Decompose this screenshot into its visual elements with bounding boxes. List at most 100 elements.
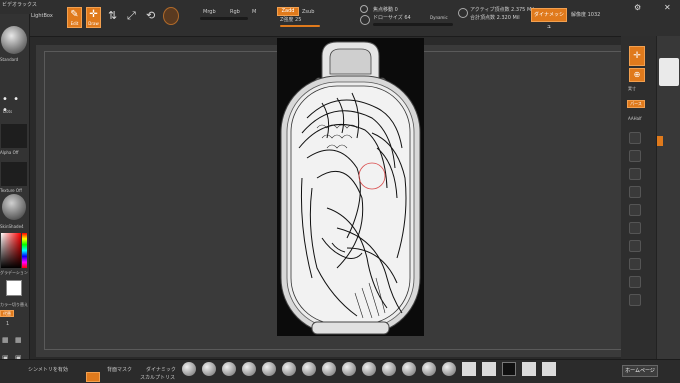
- rgb-intensity-slider[interactable]: [200, 17, 248, 20]
- edit-icon: ✎: [70, 9, 79, 20]
- settings-icon: ⚙: [634, 3, 642, 12]
- brush-insertcyl-icon[interactable]: [442, 362, 456, 376]
- brush-label: Standard: [0, 57, 19, 62]
- draw-icon: ✛: [89, 9, 98, 20]
- move-button[interactable]: ⇅: [108, 9, 122, 23]
- draw-size-track[interactable]: [373, 23, 453, 26]
- lightbox-button[interactable]: LightBox: [31, 13, 53, 19]
- material-selector[interactable]: [2, 194, 26, 220]
- brush-selectrect-icon[interactable]: [502, 362, 516, 376]
- rgb-toggle[interactable]: Rgb: [230, 9, 240, 15]
- draw-button[interactable]: ✛ Draw: [86, 7, 101, 28]
- dynamic-toggle[interactable]: Dynamic: [430, 15, 448, 21]
- brush-curve-icon[interactable]: [422, 362, 436, 376]
- brush-imm-icon[interactable]: [542, 362, 556, 376]
- texture-selector[interactable]: [1, 162, 27, 186]
- z-intensity-track[interactable]: [280, 25, 320, 27]
- rotate-button[interactable]: ⟲: [146, 9, 160, 23]
- zsub-button[interactable]: Zsub: [302, 9, 314, 15]
- switch-color-button[interactable]: カラー切り替え: [0, 302, 28, 308]
- active-points-readout: アクティブ頂点数 2.375 Mil: [470, 7, 535, 13]
- floor-button[interactable]: [629, 132, 641, 144]
- dynamic-button[interactable]: ダイナミック: [146, 366, 176, 373]
- brush-move-icon[interactable]: [222, 362, 236, 376]
- local-button[interactable]: [629, 150, 641, 162]
- dynamesh-button[interactable]: ダイナメッシュ: [531, 8, 567, 30]
- stroke-label: Dots: [3, 109, 13, 114]
- main-color-swatch[interactable]: [6, 280, 22, 296]
- bottom-shelf: シンメトリを有効 背面マスク ダイナミック スカルプトリス ホームページ: [0, 359, 680, 383]
- brush-damstandard-icon[interactable]: [242, 362, 256, 376]
- document-canvas[interactable]: [277, 38, 424, 336]
- alternate-button[interactable]: 代替: [0, 310, 14, 317]
- total-points-readout: 合計頂点数 2.320 Mil: [470, 15, 520, 21]
- material-sphere-button[interactable]: [163, 7, 179, 25]
- grid-icon[interactable]: ▦: [15, 336, 27, 346]
- brush-inflat-icon[interactable]: [282, 362, 296, 376]
- persp-button[interactable]: パース: [627, 100, 645, 108]
- m-toggle[interactable]: M: [252, 9, 256, 15]
- move-icon: ⇅: [108, 9, 118, 22]
- brush-maskpen-icon[interactable]: [482, 362, 496, 376]
- texture-label: Texture Off: [0, 188, 22, 193]
- color-picker[interactable]: [1, 233, 21, 268]
- zoom3d-button[interactable]: [629, 222, 641, 234]
- stroke-selector[interactable]: • • •: [2, 94, 26, 116]
- actual-button[interactable]: 実寸: [628, 86, 636, 92]
- draw-size-slider[interactable]: ドローサイズ 64: [373, 15, 411, 21]
- scroll-button[interactable]: ✛: [629, 46, 645, 66]
- aahalf-button[interactable]: AAHalf: [628, 116, 642, 121]
- gradient-toggle[interactable]: グラデーション: [0, 270, 28, 276]
- settings-button[interactable]: ⚙: [634, 3, 648, 13]
- focal-shift-slider[interactable]: 焦点移動 0: [373, 7, 398, 13]
- zadd-button[interactable]: Zadd: [277, 7, 299, 16]
- resolution-slider[interactable]: 解像度 1032: [571, 12, 600, 18]
- z-intensity-slider[interactable]: Z強度 25: [280, 17, 301, 23]
- scroll-icon: ✛: [633, 51, 641, 61]
- brush-selector[interactable]: [1, 26, 27, 54]
- brush-claybuildup-icon[interactable]: [262, 362, 276, 376]
- subtool-selection-marker: [657, 136, 663, 146]
- zoom-icon: ⊕: [633, 70, 641, 79]
- symmetry-toggle[interactable]: シンメトリを有効: [28, 366, 68, 373]
- frame-button[interactable]: [629, 186, 641, 198]
- sculptris-button[interactable]: スカルプトリス: [140, 374, 175, 381]
- hue-slider[interactable]: [22, 233, 27, 268]
- subtool-panel: [656, 36, 680, 382]
- right-shelf: ✛ ⊕ 実寸 AAHalf パース: [621, 36, 680, 382]
- subtool-thumbnail[interactable]: [659, 58, 679, 86]
- points-icon: [458, 8, 468, 18]
- brush-smooth-icon[interactable]: [202, 362, 216, 376]
- solo-button[interactable]: [629, 294, 641, 306]
- brush-cube-icon[interactable]: [462, 362, 476, 376]
- brush-pinch-icon[interactable]: [342, 362, 356, 376]
- brush-palette: [180, 362, 620, 382]
- brush-trimdynamic-icon[interactable]: [302, 362, 316, 376]
- brush-standard-icon[interactable]: [182, 362, 196, 376]
- alpha-selector[interactable]: [1, 124, 27, 148]
- brush-snakehook-icon[interactable]: [382, 362, 396, 376]
- left-shelf: Standard • • • Dots Alpha Off Texture Of…: [0, 14, 30, 382]
- rotate-view-button[interactable]: [629, 240, 641, 252]
- mrgb-toggle[interactable]: Mrgb: [203, 9, 216, 15]
- brush-hpolish-icon[interactable]: [322, 362, 336, 376]
- brush-slash-icon[interactable]: [362, 362, 376, 376]
- edit-button[interactable]: ✎ Edit: [67, 7, 82, 28]
- phoenix-pendant-model: [280, 41, 421, 335]
- symmetry-axis-button[interactable]: [86, 372, 100, 382]
- material-label: SkinShade4: [0, 224, 24, 229]
- close-icon[interactable]: ✕: [664, 3, 674, 13]
- backface-mask-toggle[interactable]: 背面マスク: [107, 366, 132, 373]
- home-page-button[interactable]: ホームページ: [622, 365, 658, 377]
- menu-label[interactable]: ビデオラックス: [2, 2, 37, 8]
- transp-button[interactable]: [629, 276, 641, 288]
- brush-zmodeler-icon[interactable]: [522, 362, 536, 376]
- zoom-button[interactable]: ⊕: [629, 68, 645, 82]
- scale-button[interactable]: ⤢: [127, 9, 141, 23]
- move-view-button[interactable]: [629, 204, 641, 216]
- draw-size-icon: [360, 15, 370, 25]
- brush-clip-icon[interactable]: [402, 362, 416, 376]
- layers-icon[interactable]: ▦: [2, 336, 14, 346]
- xyz-button[interactable]: [629, 168, 641, 180]
- polyf-button[interactable]: [629, 258, 641, 270]
